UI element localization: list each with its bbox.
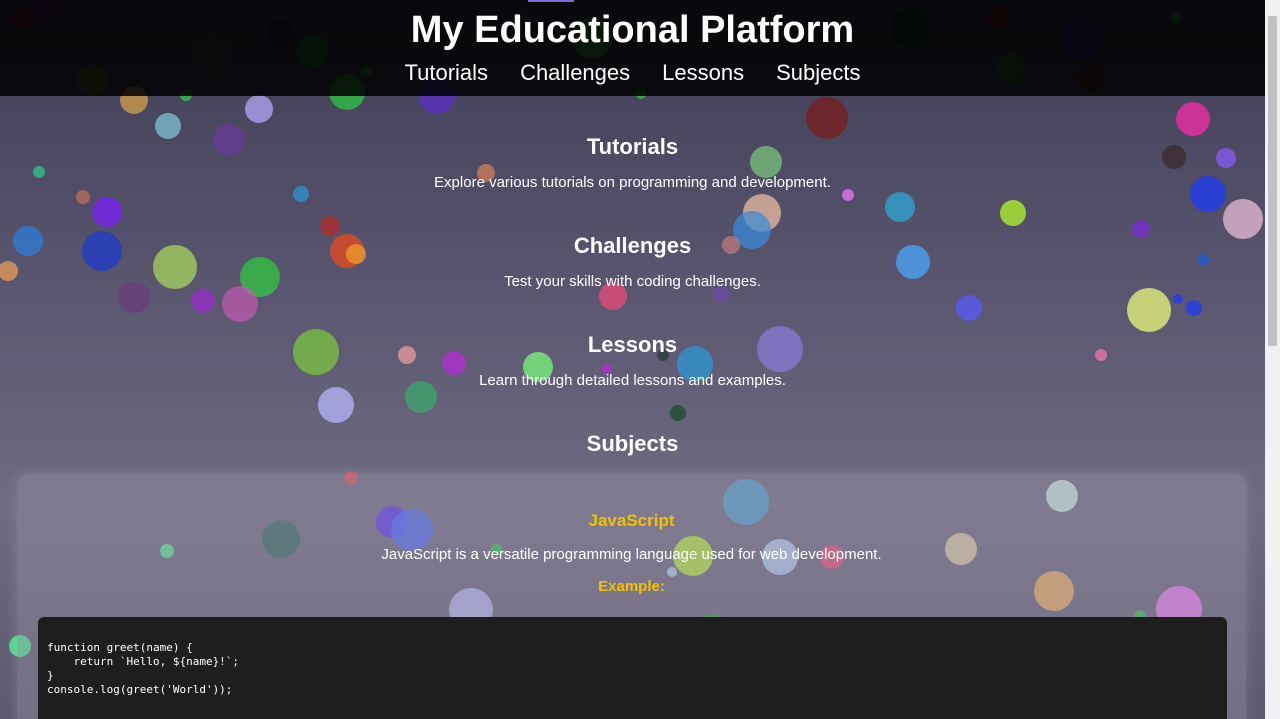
bubble [885, 192, 915, 222]
subjects-heading: Subjects [586, 431, 679, 456]
bubble [670, 405, 686, 421]
subjects-section: Subjects [0, 431, 1265, 457]
scrollbar-thumb[interactable] [1268, 16, 1277, 346]
bubble [92, 197, 122, 227]
bubble [1000, 200, 1026, 226]
bubble [1176, 102, 1210, 136]
lessons-text: Learn through detailed lessons and examp… [479, 372, 786, 389]
tutorials-heading: Tutorials [586, 134, 679, 159]
lessons-heading: Lessons [587, 332, 678, 357]
bubble [1186, 300, 1202, 316]
nav-tutorials[interactable]: Tutorials [405, 59, 489, 87]
challenges-heading: Challenges [573, 233, 692, 258]
nav-lessons[interactable]: Lessons [662, 59, 744, 87]
lessons-section: Lessons Learn through detailed lessons a… [0, 332, 1265, 390]
subject-card-javascript: JavaScript JavaScript is a versatile pro… [17, 474, 1246, 719]
challenges-section: Challenges Test your skills with coding … [0, 233, 1265, 291]
challenges-text: Test your skills with coding challenges. [504, 273, 761, 290]
main-nav: Tutorials Challenges Lessons Subjects [0, 59, 1265, 87]
site-header: My Educational Platform Tutorials Challe… [0, 0, 1265, 96]
bubble [806, 97, 848, 139]
code-example: function greet(name) { return `Hello, ${… [38, 617, 1227, 719]
bubble [76, 190, 90, 204]
nav-subjects[interactable]: Subjects [776, 59, 860, 87]
bubble [245, 95, 273, 123]
bubble [1173, 294, 1183, 304]
top-indicator [528, 0, 574, 2]
subject-description: JavaScript is a versatile programming la… [381, 546, 882, 563]
vertical-scrollbar[interactable] [1265, 0, 1280, 719]
bubble [956, 295, 982, 321]
bubble [318, 387, 354, 423]
subject-title: JavaScript [588, 511, 675, 530]
example-label: Example: [598, 578, 665, 595]
bubble [1127, 288, 1171, 332]
bubble [743, 194, 781, 232]
tutorials-section: Tutorials Explore various tutorials on p… [0, 134, 1265, 192]
bubble [191, 289, 215, 313]
nav-challenges[interactable]: Challenges [520, 59, 630, 87]
bubble [222, 286, 258, 322]
site-title: My Educational Platform [410, 9, 855, 51]
tutorials-text: Explore various tutorials on programming… [434, 174, 831, 191]
